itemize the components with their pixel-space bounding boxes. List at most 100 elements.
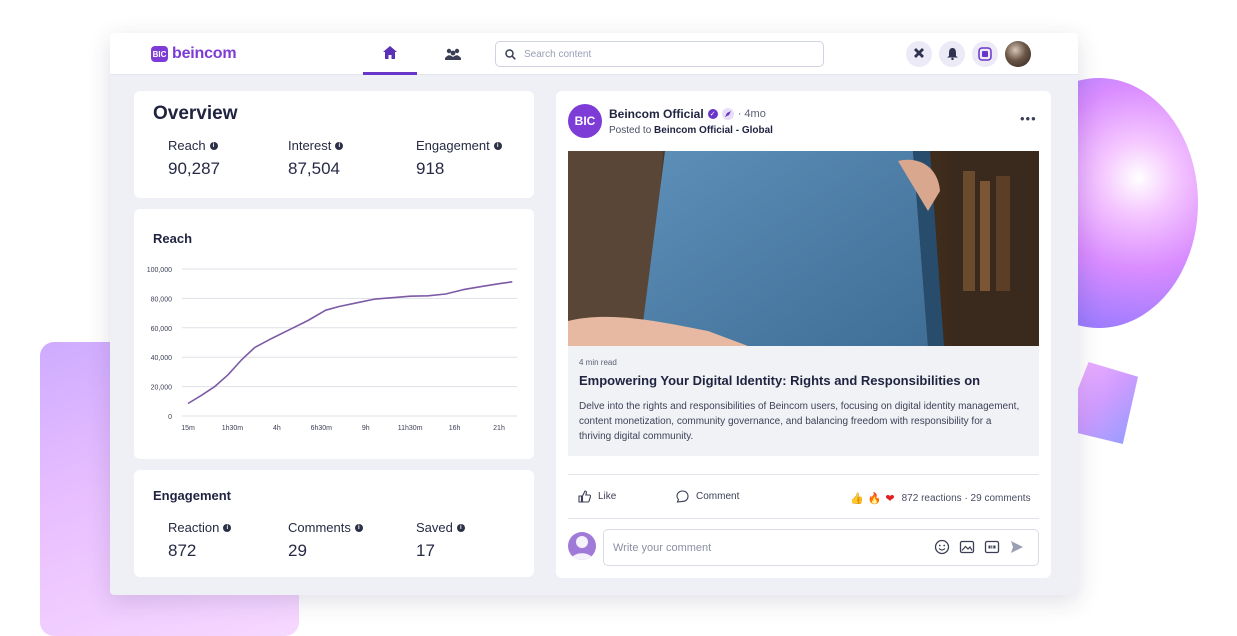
y-tick-label: 80,000	[151, 296, 173, 303]
top-navigation-bar: BIC beincom	[110, 33, 1078, 75]
stat-value: 918	[416, 159, 445, 178]
stat-label: Reaction	[168, 520, 220, 535]
x-tick-label: 15m	[181, 425, 195, 432]
tools-icon	[914, 48, 924, 58]
stat-interest: Interest i 87,504	[288, 138, 416, 179]
posted-to: Posted to Beincom Official - Global	[609, 125, 773, 136]
stat-value: 17	[416, 541, 435, 560]
reach-line-chart: 0 20,000 40,000 60,000 80,000 100,000 15m 1h30m…	[147, 267, 517, 432]
post-time: · 4mo	[737, 108, 766, 120]
reaction-summary[interactable]: 👍 🔥 ❤ 872 reactions · 29 comments	[850, 492, 1031, 505]
thumbs-up-icon	[578, 490, 591, 503]
reaction-count-text: 872 reactions · 29 comments	[901, 493, 1031, 504]
x-tick-label: 16h	[449, 425, 461, 432]
emoji-icon[interactable]	[934, 539, 950, 555]
verified-badge-icon: ✓	[707, 109, 718, 119]
post-header: Beincom Official ✓ · 4mo	[609, 107, 766, 121]
y-tick-label: 20,000	[151, 385, 173, 392]
logo-text: beincom	[172, 45, 237, 62]
post-cover-image[interactable]	[568, 151, 1039, 346]
thumbs-up-reaction-icon: 👍	[850, 493, 864, 505]
engagement-stats: Reaction i 872 Comments i 29 Saved i 17	[168, 520, 465, 561]
stat-label: Reach	[168, 138, 206, 153]
article-description: Delve into the rights and responsibiliti…	[579, 401, 1020, 442]
article-title[interactable]: Empowering Your Digital Identity: Rights…	[579, 373, 980, 388]
y-tick-label: 40,000	[151, 355, 173, 362]
search-input[interactable]	[524, 48, 804, 60]
user-avatar[interactable]	[1005, 41, 1031, 67]
app-window: BIC beincom Search content Overview Reac…	[110, 33, 1078, 595]
post-author-avatar[interactable]: BIC	[568, 104, 602, 138]
stat-value: 872	[168, 541, 197, 560]
stage: BIC beincom Search content Overview Reac…	[0, 0, 1237, 636]
send-icon[interactable]	[1009, 539, 1025, 555]
stat-value: 90,287	[168, 159, 220, 178]
overview-stats: Reach i 90,287 Interest i 87,504 Engagemen…	[168, 138, 502, 179]
stat-label: Comments	[288, 520, 351, 535]
post-card: BIC Beincom Official ✓ · 4mo Posted to B…	[556, 91, 1051, 578]
reach-series-line	[187, 281, 513, 405]
comment-input[interactable]	[613, 541, 923, 554]
y-tick-label: 60,000	[151, 326, 173, 333]
post-author-name[interactable]: Beincom Official	[609, 107, 704, 121]
bic-icon	[978, 47, 992, 61]
divider	[568, 474, 1039, 475]
heart-reaction-icon: ❤	[885, 493, 895, 505]
nav-home[interactable]	[363, 33, 417, 75]
stat-engagement: Engagement i 918	[416, 138, 502, 179]
fire-reaction-icon: 🔥	[867, 493, 882, 505]
notifications-button[interactable]	[939, 41, 965, 67]
nav-community[interactable]	[426, 33, 480, 75]
stat-value: 29	[288, 541, 307, 560]
current-user-avatar[interactable]	[568, 532, 596, 560]
gif-icon[interactable]	[984, 539, 1000, 555]
stat-value: 87,504	[288, 159, 340, 178]
comment-bubble-icon	[676, 490, 689, 503]
posted-to-community[interactable]: Beincom Official - Global	[654, 125, 773, 136]
x-tick-label: 1h30m	[222, 425, 244, 432]
more-options-icon[interactable]: •••	[1020, 111, 1037, 126]
top-actions	[906, 41, 1031, 67]
search-icon	[505, 48, 516, 60]
info-icon[interactable]: i	[223, 523, 232, 532]
stat-label: Saved	[416, 520, 453, 535]
home-icon	[383, 46, 397, 59]
like-button[interactable]: Like	[578, 490, 616, 503]
article-preview[interactable]: 4 min read Empowering Your Digital Ident…	[568, 346, 1039, 456]
info-icon[interactable]: i	[335, 141, 344, 150]
info-icon[interactable]: i	[456, 523, 465, 532]
image-icon[interactable]	[959, 539, 975, 555]
stat-reach: Reach i 90,287	[168, 138, 288, 179]
stat-saved: Saved i 17	[416, 520, 465, 561]
y-tick-label: 100,000	[147, 267, 172, 274]
search-bar[interactable]	[495, 41, 824, 67]
people-icon	[445, 48, 461, 60]
x-tick-label: 9h	[362, 425, 370, 432]
tools-button[interactable]	[906, 41, 932, 67]
logo-mark: BIC	[151, 46, 168, 62]
reach-chart-card: Reach 0 20,000 40,000 60,000 80,000 100,000 15…	[134, 209, 534, 459]
info-icon[interactable]: i	[354, 523, 363, 532]
engagement-title: Engagement	[153, 488, 232, 503]
x-tick-label: 6h30m	[311, 425, 333, 432]
book-illustration	[568, 151, 1039, 346]
overview-title: Overview	[153, 103, 238, 124]
logo[interactable]: BIC beincom	[151, 45, 237, 63]
overview-card: Overview Reach i 90,287 Interest i 87,504 …	[134, 91, 534, 198]
posted-to-prefix: Posted to	[609, 125, 652, 136]
comment-composer[interactable]	[603, 529, 1039, 566]
comment-label: Comment	[696, 491, 740, 502]
y-tick-label: 0	[168, 414, 172, 421]
info-icon[interactable]: i	[209, 141, 218, 150]
stat-reaction: Reaction i 872	[168, 520, 288, 561]
like-label: Like	[598, 491, 617, 502]
bic-wallet-button[interactable]	[972, 41, 998, 67]
engagement-card: Engagement Reaction i 872 Comments i 29 Sa…	[134, 470, 534, 577]
rocket-icon	[721, 108, 734, 120]
info-icon[interactable]: i	[493, 141, 502, 150]
x-tick-label: 11h30m	[398, 425, 423, 432]
stat-comments: Comments i 29	[288, 520, 416, 561]
stat-label: Interest	[288, 138, 332, 153]
comment-button[interactable]: Comment	[676, 490, 739, 503]
bell-icon	[946, 48, 958, 60]
